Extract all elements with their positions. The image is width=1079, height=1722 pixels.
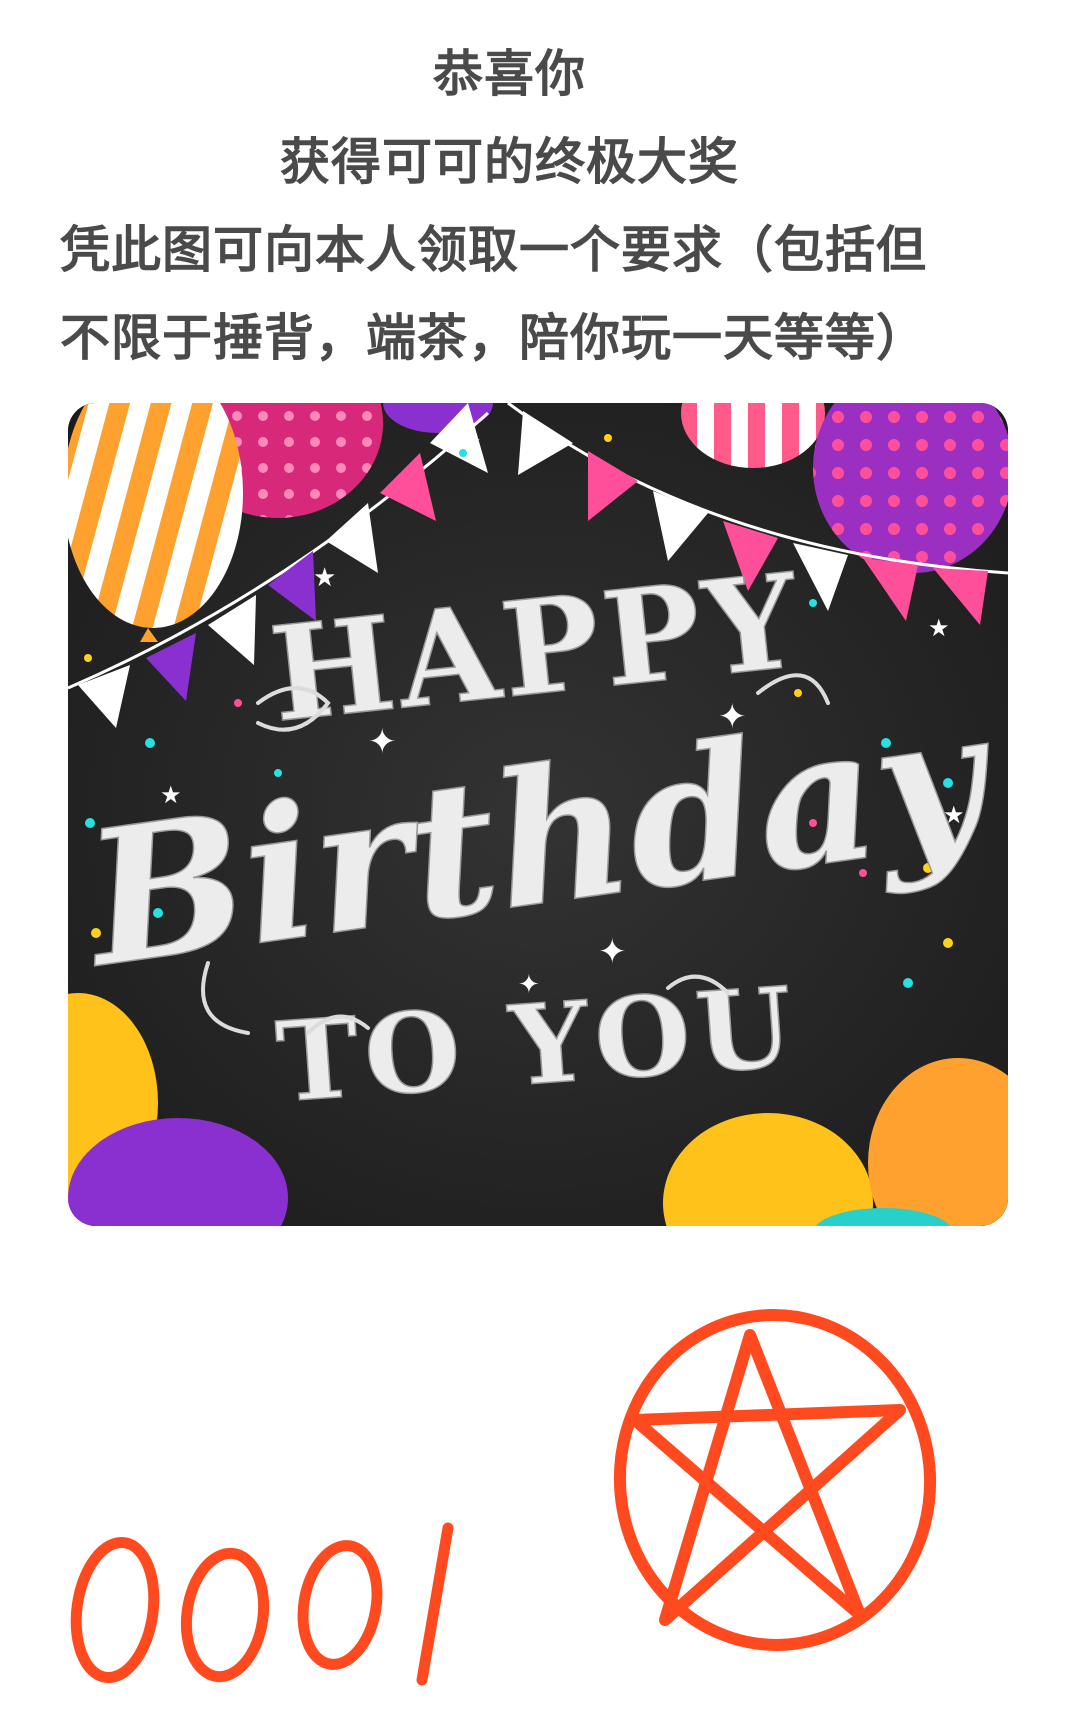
svg-text:★: ★ [928,614,950,642]
star-icon [613,1309,937,1651]
star-stamp [600,1295,960,1665]
birthday-card-image: ★ ★ ★ ★ ★ ✦ ✦ ✦ ✦ HAPPY Birthday TO YOU [68,403,1008,1226]
svg-text:★: ★ [463,429,481,453]
message-line-1: 恭喜你 [433,45,586,103]
message-line-2: 获得可可的终极大奖 [280,133,739,191]
serial-number-handwriting [70,1522,454,1686]
congrats-message: 恭喜你 获得可可的终极大奖 凭此图可向本人领取一个要求（包括但 不限于捶背，端茶… [0,30,1079,382]
message-line-4: 不限于捶背，端茶，陪你玩一天等等） [60,309,927,367]
svg-text:★: ★ [313,563,336,593]
birthday-card-illustration: ★ ★ ★ ★ ★ ✦ ✦ ✦ ✦ HAPPY Birthday TO YOU [68,403,1008,1226]
serial-number: 0001 [60,1500,530,1700]
message-line-3: 凭此图可向本人领取一个要求（包括但 [60,221,927,279]
